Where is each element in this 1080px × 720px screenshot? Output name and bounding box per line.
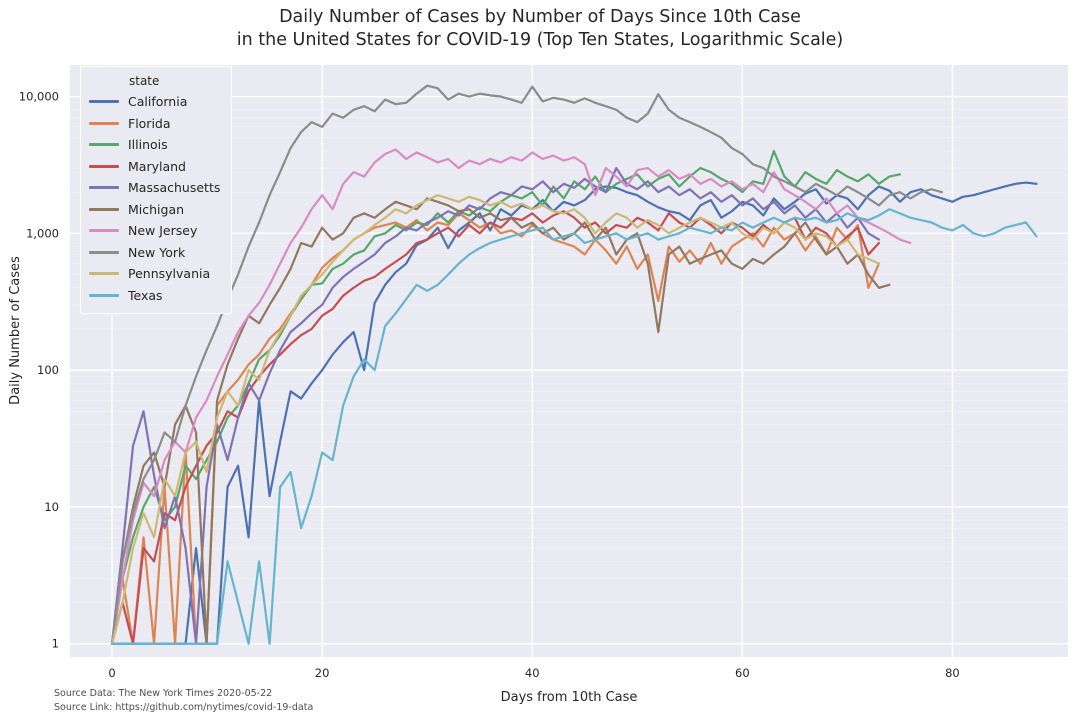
- x-tick-label: 80: [945, 666, 960, 680]
- legend-swatch-icon: [89, 186, 119, 190]
- legend-title: state: [129, 74, 160, 88]
- chart-figure: Daily Number of Cases by Number of Days …: [0, 0, 1080, 720]
- legend-swatch-icon: [89, 164, 119, 168]
- legend-swatch-icon: [89, 121, 119, 125]
- y-tick-label: 1,000: [26, 226, 59, 240]
- legend-item-label: California: [128, 94, 188, 110]
- source-note: Source Data: The New York Times 2020-05-…: [54, 688, 314, 713]
- chart-legend: state California Florida Illinois Maryland M…: [80, 66, 232, 314]
- legend-item-label: Texas: [128, 287, 163, 303]
- legend-item-maryland[interactable]: Maryland: [89, 156, 223, 178]
- x-tick-label: 0: [108, 666, 115, 680]
- legend-item-texas[interactable]: Texas: [89, 285, 223, 307]
- legend-item-michigan[interactable]: Michigan: [89, 199, 223, 221]
- legend-item-florida[interactable]: Florida: [89, 113, 223, 135]
- x-tick-label: 60: [735, 666, 750, 680]
- legend-item-illinois[interactable]: Illinois: [89, 134, 223, 156]
- legend-swatch-icon: [89, 207, 119, 211]
- y-tick-label: 1: [52, 637, 59, 651]
- legend-item-label: Michigan: [128, 201, 185, 217]
- legend-item-label: Illinois: [128, 137, 168, 153]
- y-tick-label: 10: [44, 500, 59, 514]
- legend-swatch-icon: [89, 272, 119, 276]
- legend-item-label: Massachusetts: [128, 180, 221, 196]
- y-tick-label: 100: [37, 363, 59, 377]
- legend-item-pennsylvania[interactable]: Pennsylvania: [89, 263, 223, 285]
- legend-item-label: New York: [128, 244, 186, 260]
- legend-item-new-jersey[interactable]: New Jersey: [89, 220, 223, 242]
- legend-item-new-york[interactable]: New York: [89, 242, 223, 264]
- legend-item-massachusetts[interactable]: Massachusetts: [89, 177, 223, 199]
- legend-entries: California Florida Illinois Maryland Massach…: [89, 91, 223, 306]
- legend-swatch-icon: [89, 293, 119, 297]
- y-tick-label: 10,000: [19, 90, 59, 104]
- x-tick-label: 20: [315, 666, 330, 680]
- legend-swatch-icon: [89, 250, 119, 254]
- legend-item-california[interactable]: California: [89, 91, 223, 113]
- legend-item-label: New Jersey: [128, 223, 198, 239]
- legend-swatch-icon: [89, 100, 119, 104]
- x-tick-label: 40: [525, 666, 540, 680]
- legend-item-label: Florida: [128, 115, 171, 131]
- legend-item-label: Maryland: [128, 158, 186, 174]
- legend-swatch-icon: [89, 229, 119, 233]
- legend-item-label: Pennsylvania: [128, 266, 211, 282]
- legend-swatch-icon: [89, 143, 119, 147]
